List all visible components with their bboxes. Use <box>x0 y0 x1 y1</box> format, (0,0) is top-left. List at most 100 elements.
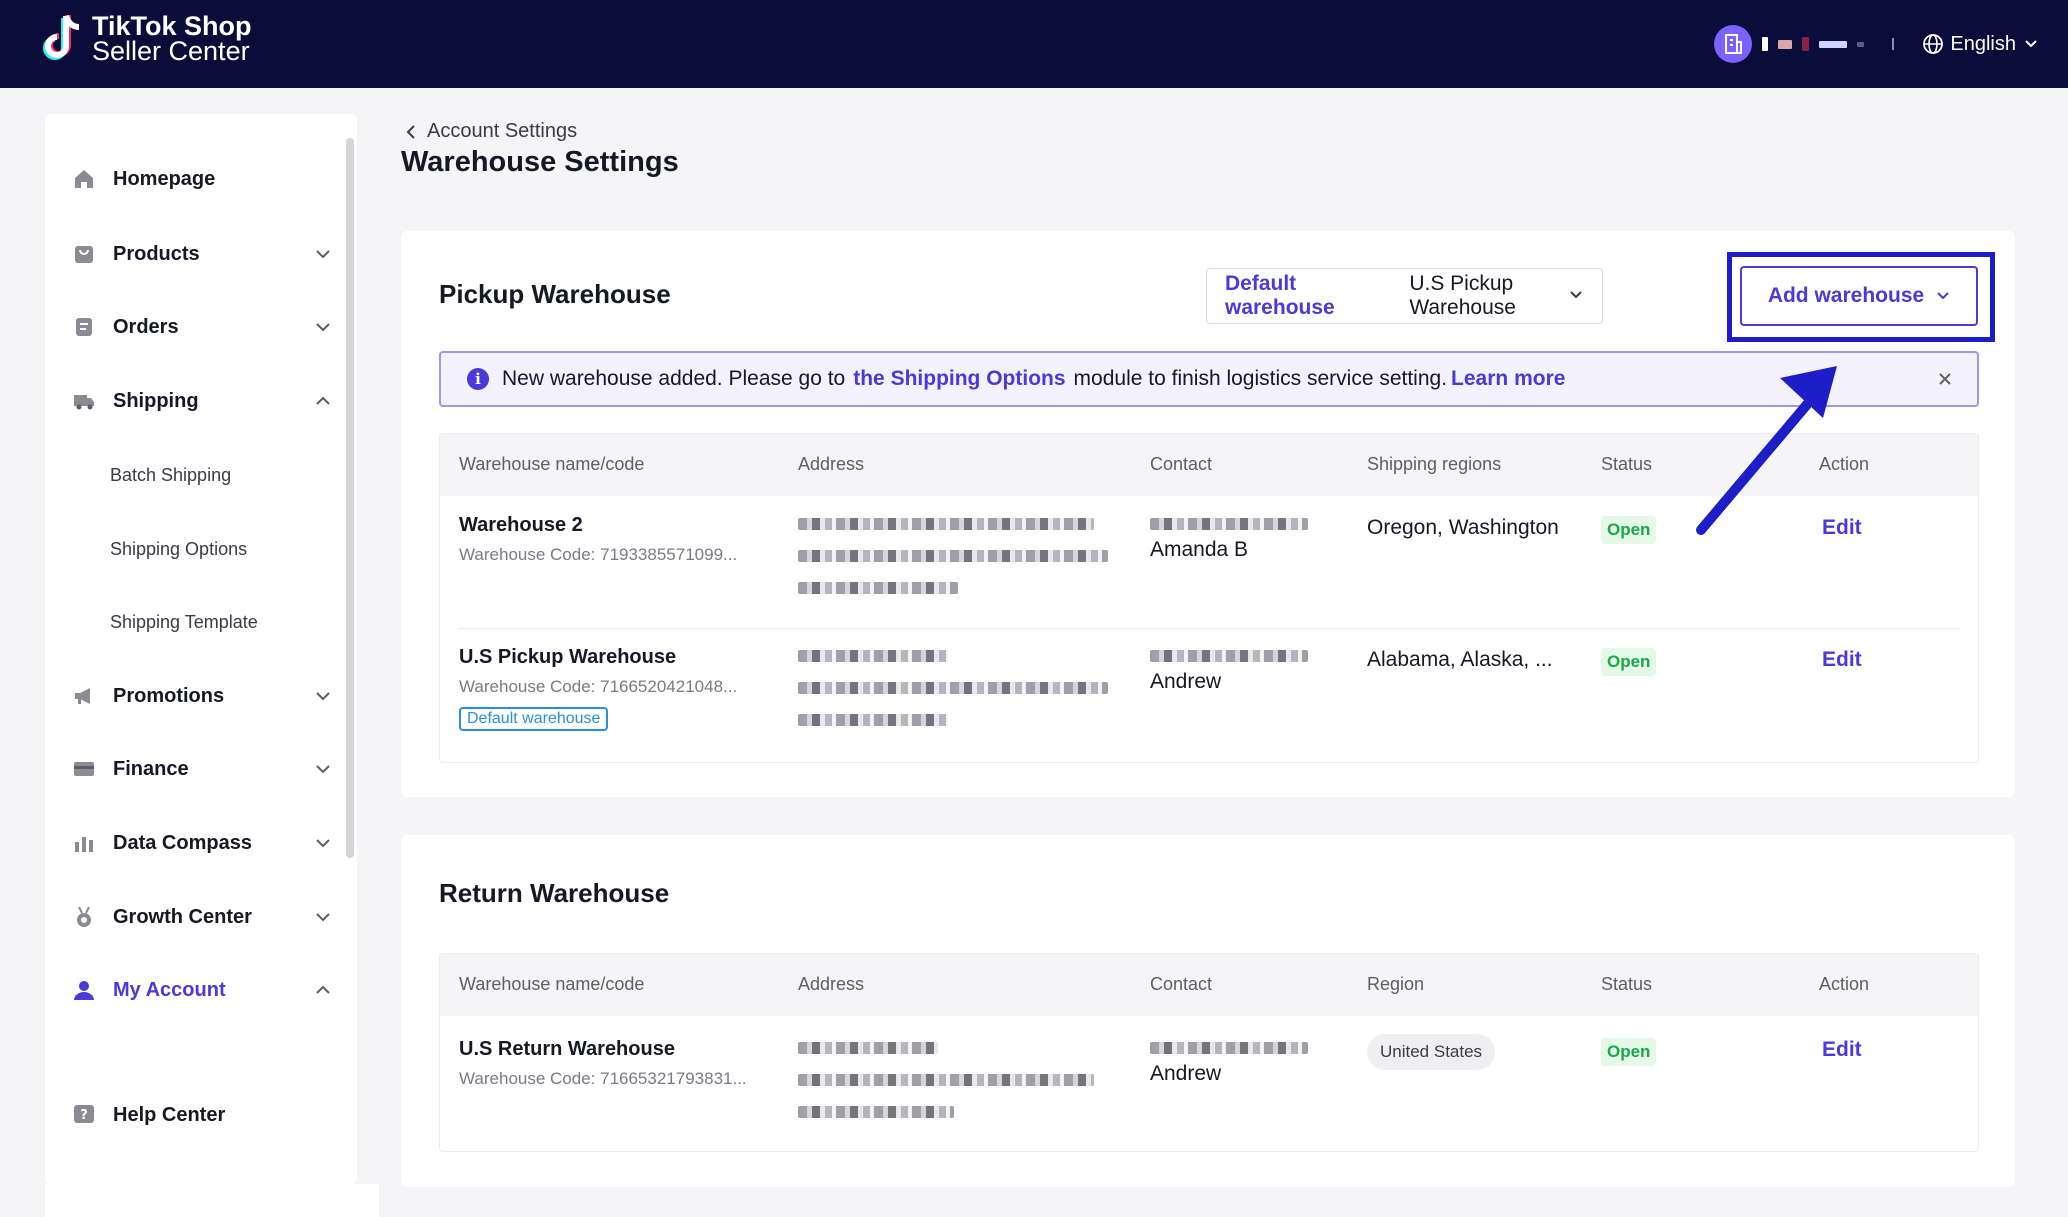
sidebar-item-label: Shipping <box>113 389 199 412</box>
orders-icon <box>73 316 95 338</box>
tiktok-shop-logo[interactable]: TikTok Shop Seller Center <box>42 12 252 66</box>
sidebar-item-data-compass[interactable]: Data Compass <box>73 823 333 863</box>
chevron-down-icon <box>316 323 330 332</box>
table-row: U.S Return Warehouse Warehouse Code: 716… <box>440 1016 1978 1152</box>
chevron-up-icon <box>316 396 330 405</box>
add-warehouse-button[interactable]: Add warehouse <box>1740 266 1978 326</box>
sidebar-subitem-shipping-options[interactable]: Shipping Options <box>110 534 247 564</box>
user-icon <box>73 979 95 1001</box>
warehouse-name: Warehouse 2 <box>459 514 583 536</box>
status-badge: Open <box>1601 1038 1657 1066</box>
address-redacted <box>798 650 1118 726</box>
sidebar-item-homepage[interactable]: Homepage <box>73 159 333 199</box>
edit-button[interactable]: Edit <box>1822 648 1862 672</box>
pickup-warehouse-card: Pickup Warehouse Default warehouse U.S P… <box>401 231 2015 797</box>
chevron-down-icon <box>316 913 330 922</box>
product-bag-icon <box>73 243 95 265</box>
edit-button[interactable]: Edit <box>1822 516 1862 540</box>
warehouse-code: Warehouse Code: 71665321793831... <box>459 1069 747 1088</box>
chevron-left-icon <box>406 124 415 139</box>
column-header: Region <box>1367 974 1425 994</box>
building-icon <box>1725 34 1743 54</box>
home-icon <box>73 168 95 190</box>
banner-text: module to finish logistics service setti… <box>1073 367 1448 390</box>
column-header: Action <box>1819 454 1870 474</box>
table-row: U.S Pickup Warehouse Warehouse Code: 716… <box>440 628 1978 762</box>
sidebar-item-my-account[interactable]: My Account <box>73 970 333 1010</box>
brand-line2: Seller Center <box>92 36 250 66</box>
shipping-regions: Alabama, Alaska, ... <box>1367 648 1553 671</box>
tiktok-logo-icon <box>42 12 86 66</box>
sidebar-subitem-shipping-template[interactable]: Shipping Template <box>110 607 258 637</box>
breadcrumb-parent: Account Settings <box>427 120 578 142</box>
close-icon[interactable] <box>1935 369 1955 389</box>
phone-redacted <box>1150 1042 1308 1054</box>
top-bar: TikTok Shop Seller Center English <box>0 0 2068 88</box>
card-icon <box>73 758 95 780</box>
divider <box>1892 38 1895 50</box>
address-redacted <box>798 518 1118 594</box>
table-header: Warehouse name/code Address Contact Regi… <box>440 954 1978 1016</box>
column-header: Contact <box>1150 454 1213 474</box>
warehouse-name: U.S Return Warehouse <box>459 1038 675 1060</box>
chevron-down-icon <box>1570 291 1582 299</box>
column-header: Shipping regions <box>1367 454 1502 474</box>
column-header: Action <box>1819 974 1870 994</box>
chevron-down-icon <box>316 250 330 259</box>
breadcrumb[interactable]: Account Settings <box>405 120 577 143</box>
language-selector[interactable]: English <box>1922 33 2038 56</box>
warehouse-code: Warehouse Code: 7193385571099... <box>459 545 738 564</box>
sidebar-item-label: Data Compass <box>113 831 252 854</box>
sidebar-item-shipping[interactable]: Shipping <box>73 381 333 421</box>
sidebar-subitem-batch-shipping[interactable]: Batch Shipping <box>110 460 231 490</box>
sidebar-item-label: Orders <box>113 315 179 338</box>
sidebar-item-label: Growth Center <box>113 905 252 928</box>
learn-more-link[interactable]: Learn more <box>1451 367 1565 391</box>
section-title: Pickup Warehouse <box>439 279 671 309</box>
language-label: English <box>1950 32 2016 55</box>
bar-chart-icon <box>73 832 95 854</box>
status-badge: Open <box>1601 516 1657 544</box>
sidebar-item-growth-center[interactable]: Growth Center <box>73 897 333 937</box>
shop-name-redacted <box>1802 37 1810 51</box>
info-icon: i <box>467 368 489 390</box>
sidebar-item-orders[interactable]: Orders <box>73 307 333 347</box>
sidebar-item-label: My Account <box>113 978 226 1001</box>
default-warehouse-label: Default warehouse <box>1225 272 1335 319</box>
chevron-up-icon <box>316 985 330 994</box>
column-header: Address <box>798 974 865 994</box>
table-header: Warehouse name/code Address Contact Ship… <box>440 434 1978 496</box>
sidebar-item-products[interactable]: Products <box>73 234 333 274</box>
sidebar-item-help-center[interactable]: ? Help Center <box>73 1095 333 1135</box>
column-header: Contact <box>1150 974 1213 994</box>
sidebar-scrollbar[interactable] <box>346 138 354 858</box>
sidebar-item-label: Finance <box>113 757 189 780</box>
shop-name-redacted <box>1857 41 1865 47</box>
megaphone-icon <box>73 685 95 707</box>
chevron-down-icon <box>1937 292 1949 300</box>
sidebar-item-finance[interactable]: Finance <box>73 749 333 789</box>
sidebar: Homepage Products Orders Shipping Batch … <box>45 114 357 1184</box>
region-pill: United States <box>1367 1034 1496 1070</box>
pickup-warehouse-table: Warehouse name/code Address Contact Ship… <box>439 433 1979 763</box>
globe-icon <box>1923 34 1944 54</box>
medal-icon <box>73 906 95 928</box>
shop-name-redacted <box>1778 39 1793 49</box>
contact-name: Andrew <box>1150 670 1222 693</box>
edit-button[interactable]: Edit <box>1822 1038 1862 1062</box>
warehouse-code: Warehouse Code: 7166520421048... <box>459 677 738 696</box>
default-warehouse-select[interactable]: Default warehouse U.S Pickup Warehouse <box>1206 268 1603 324</box>
page-title: Warehouse Settings <box>401 146 679 178</box>
shipping-options-link[interactable]: the Shipping Options <box>853 367 1065 391</box>
contact-name: Amanda B <box>1150 538 1249 561</box>
shipping-regions: Oregon, Washington <box>1367 516 1559 539</box>
shop-name-redacted <box>1819 40 1848 48</box>
phone-redacted <box>1150 650 1308 662</box>
table-row: Warehouse 2 Warehouse Code: 719338557109… <box>440 496 1978 628</box>
banner-text: New warehouse added. Please go to <box>502 367 846 390</box>
sidebar-item-promotions[interactable]: Promotions <box>73 676 333 716</box>
shop-avatar[interactable] <box>1714 25 1753 63</box>
chevron-down-icon <box>316 765 330 774</box>
section-title: Return Warehouse <box>439 878 670 908</box>
warehouse-name: U.S Pickup Warehouse <box>459 646 677 668</box>
